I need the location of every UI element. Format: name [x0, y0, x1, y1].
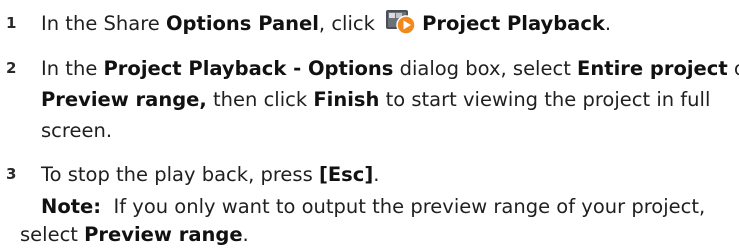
step-text: To stop the play back, press [41, 163, 319, 186]
step-text: In the [41, 57, 104, 80]
step-line: Preview range, then click Finish to star… [41, 84, 731, 115]
options-panel-label: Options Panel [165, 12, 319, 35]
step-3: 3 To stop the play back, press [Esc]. No… [0, 159, 739, 249]
step-line: To stop the play back, press [Esc]. [41, 159, 731, 190]
step-1: 1 In the Share Options Panel, click Proj… [0, 8, 739, 39]
step-text: , click [318, 12, 382, 35]
step-2: 2 In the Project Playback - Options dial… [0, 53, 739, 149]
step-line: screen. [41, 119, 113, 142]
step-text: . [373, 163, 380, 186]
note: Note: If you only want to output the pre… [41, 191, 731, 222]
step-number: 3 [6, 165, 17, 183]
preview-range-option: Preview range [84, 223, 243, 246]
step-text: . [604, 12, 612, 35]
step-number: 2 [6, 59, 17, 77]
step-text: or [728, 57, 739, 80]
step-text: dialog box, select [393, 57, 578, 80]
step-number: 1 [6, 14, 17, 32]
preview-range-option: Preview range, [41, 88, 207, 111]
step-line: In the Project Playback - Options dialog… [41, 53, 739, 84]
project-playback-icon [385, 8, 416, 35]
note-text: select [20, 223, 85, 246]
entire-project-option: Entire project [577, 57, 728, 80]
project-playback-label: Project Playback [422, 12, 605, 35]
instruction-document: 1 In the Share Options Panel, click Proj… [0, 0, 739, 249]
note-text: If you only want to output the preview r… [101, 195, 706, 218]
note-line-2: select Preview range. [20, 221, 249, 249]
note-label: Note: [41, 195, 102, 218]
step-text: then click [206, 88, 314, 111]
step-text: to start viewing the project in full [379, 88, 711, 111]
esc-key-label: [Esc] [318, 163, 374, 186]
finish-label: Finish [313, 88, 380, 111]
step-text: In the Share [41, 12, 166, 35]
note-text: . [242, 223, 249, 246]
dialog-name: Project Playback - Options [103, 57, 394, 80]
